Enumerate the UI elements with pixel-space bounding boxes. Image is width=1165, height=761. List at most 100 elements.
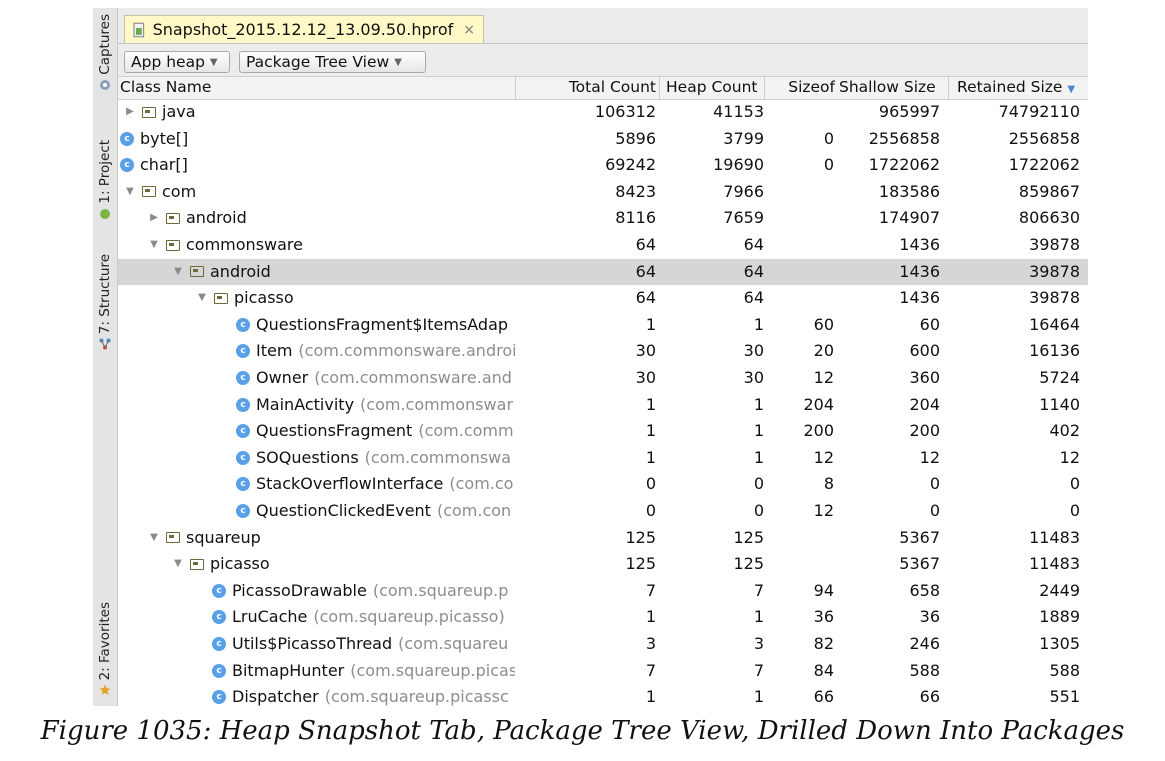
table-row[interactable]: ▶ android 8116 7659 174907 806630 [118,205,1088,232]
sizeof-cell [764,525,834,551]
project-tab[interactable]: 1: Project [93,140,117,220]
sizeof-cell: 12 [813,368,834,387]
heap-count-cell: 41153 [713,102,764,121]
column-total-count[interactable]: Total Count [516,77,656,99]
table-row[interactable]: c StackOverflowInterface (com.co 0 0 8 0 0 [118,471,1088,498]
table-row[interactable]: c QuestionClickedEvent (com.con 0 0 12 0 0 [118,498,1088,525]
class-name-label: SOQuestions [256,447,359,467]
class-name-cell: c QuestionsFragment (com.comm [236,418,515,444]
package-name-label: (com.squareup.picas [350,660,515,680]
sizeof-cell [764,99,834,125]
class-icon: c [236,397,250,412]
sizeof-cell: 82 [813,634,834,653]
table-row[interactable]: c BitmapHunter (com.squareup.picas 7 7 84 588 5… [118,658,1088,685]
chevron-down-icon: ▼ [209,56,218,68]
collapsed-arrow-icon[interactable]: ▶ [124,99,136,125]
retained-size-cell: 2449 [1039,580,1080,600]
retained-size-cell: 11483 [1029,527,1080,547]
total-count-cell: 64 [635,235,656,254]
view-select[interactable]: Package Tree View ▼ [239,51,426,73]
class-name-label: java [162,102,196,121]
class-name-cell: ▼ picasso [172,551,515,577]
package-name-label: (com.co [449,474,514,494]
expanded-arrow-icon[interactable]: ▼ [196,285,208,311]
table-row[interactable]: c Owner (com.commonsware.and 30 30 12 360 5724 [118,365,1088,392]
sizeof-cell: 12 [813,447,834,467]
sizeof-cell [764,179,834,205]
table-row[interactable]: c QuestionsFragment$ItemsAdap 1 1 60 60 16464 [118,312,1088,339]
snapshot-tab[interactable]: Snapshot_2015.12.12_13.09.50.hprof × [124,15,484,43]
captures-tab[interactable]: Captures [93,14,117,91]
sizeof-cell: 84 [813,660,834,680]
column-retained-size[interactable]: Retained Size ▼ [948,77,1086,99]
sort-descending-icon: ▼ [1067,84,1076,95]
collapsed-arrow-icon[interactable]: ▶ [148,205,160,231]
expanded-arrow-icon[interactable]: ▼ [148,232,160,258]
table-row[interactable]: c QuestionsFragment (com.comm 1 1 200 200 402 [118,418,1088,445]
sizeof-cell [764,285,834,311]
close-icon[interactable]: × [463,22,475,38]
class-icon: c [212,690,226,705]
table-row[interactable]: c Dispatcher (com.squareup.picassc 1 1 66 66 55… [118,684,1088,710]
package-folder-icon [142,106,156,118]
class-name-cell: ▼ android [172,259,515,285]
table-row[interactable]: c Item (com.commonsware.androi 30 30 20 600 161… [118,338,1088,365]
class-name-label: QuestionsFragment [256,421,413,441]
table-row[interactable]: ▼ commonsware 64 64 1436 39878 [118,232,1088,259]
table-row[interactable]: ▼ squareup 125 125 5367 11483 [118,525,1088,552]
expanded-arrow-icon[interactable]: ▼ [172,259,184,285]
class-name-cell: c QuestionsFragment$ItemsAdap [236,312,515,338]
column-sizeof[interactable]: Sizeof [764,77,835,99]
table-row[interactable]: c MainActivity (com.commonswar 1 1 204 204 1140 [118,392,1088,419]
class-name-cell: ▶ java [124,99,515,125]
class-name-label: picasso [234,288,294,308]
structure-tab[interactable]: 7: Structure [93,254,117,350]
retained-size-cell: 5724 [1039,368,1080,387]
table-row[interactable]: c char[] 69242 19690 0 1722062 1722062 [118,152,1088,179]
expanded-arrow-icon[interactable]: ▼ [172,551,184,577]
table-row[interactable]: c byte[] 5896 3799 0 2556858 2556858 [118,126,1088,153]
retained-size-cell: 0 [1069,474,1080,494]
retained-size-cell: 39878 [1029,288,1080,308]
class-name-label: MainActivity [256,394,355,414]
table-row[interactable]: ▼ com 8423 7966 183586 859867 [118,179,1088,206]
favorites-tab[interactable]: 2: Favorites [93,602,117,696]
class-name-cell: c StackOverflowInterface (com.co [236,471,515,497]
sizeof-cell: 94 [813,580,834,600]
table-row[interactable]: ▼ picasso 64 64 1436 39878 [118,285,1088,312]
table-row[interactable]: c PicassoDrawable (com.squareup.p 7 7 94 658 24… [118,578,1088,605]
table-row[interactable]: c Utils$PicassoThread (com.squareu 3 3 82 246 1… [118,631,1088,658]
expanded-arrow-icon[interactable]: ▼ [148,525,160,551]
favorites-tab-label: 2: Favorites [97,602,113,681]
structure-icon [99,338,111,350]
column-retained-size-label: Retained Size [957,78,1063,96]
page: { "side_tabs": [ {"label": "Captures", "… [0,0,1165,761]
column-shallow-size-label: Shallow Size [839,78,936,96]
table-row[interactable]: ▶ java 106312 41153 965997 74792110 [118,99,1088,126]
snapshot-tab-title: Snapshot_2015.12.12_13.09.50.hprof [152,20,454,39]
total-count-cell: 3 [645,634,656,653]
total-count-cell: 5896 [615,128,656,148]
column-heap-count-label: Heap Count [666,78,758,96]
package-folder-icon [190,558,204,570]
sizeof-cell: 36 [813,607,834,627]
table-row[interactable]: c LruCache (com.squareup.picasso) 1 1 36 36 188… [118,604,1088,631]
retained-size-cell: 402 [1049,421,1080,441]
expanded-arrow-icon[interactable]: ▼ [124,179,136,205]
table-row[interactable]: ▼ picasso 125 125 5367 11483 [118,551,1088,578]
shallow-size-cell: 66 [919,687,940,707]
column-shallow-size[interactable]: Shallow Size [837,77,947,99]
sizeof-cell: 66 [813,687,834,707]
shallow-size-cell: 5367 [899,527,940,547]
shallow-size-cell: 5367 [899,554,940,574]
retained-size-cell: 1722062 [1008,155,1080,175]
column-class-name[interactable]: Class Name [120,77,516,99]
table-row[interactable]: ▼ android 64 64 1436 39878 [118,258,1088,286]
heap-count-cell: 0 [753,474,764,494]
heap-select[interactable]: App heap ▼ [124,51,230,73]
class-name-cell: c PicassoDrawable (com.squareup.p [212,578,515,604]
table-row[interactable]: c SOQuestions (com.commonswa 1 1 12 12 12 [118,445,1088,472]
shallow-size-cell: 1436 [899,288,940,308]
column-heap-count[interactable]: Heap Count [659,77,763,99]
heap-count-cell: 1 [753,421,764,441]
